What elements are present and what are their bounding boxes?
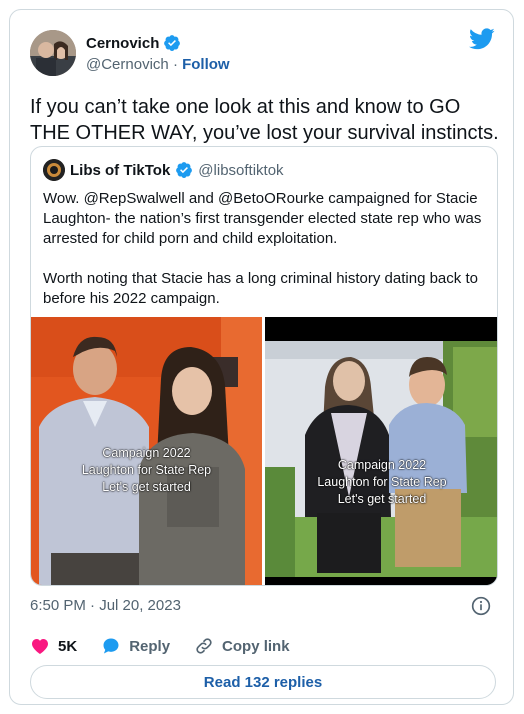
- reply-button[interactable]: Reply: [101, 636, 170, 656]
- author-handle-line: @Cernovich · Follow: [86, 56, 230, 73]
- handle-separator: ·: [172, 56, 178, 73]
- like-count: 5K: [58, 637, 78, 655]
- media-photo-left[interactable]: Campaign 2022 Laughton for State Rep Let…: [31, 317, 262, 585]
- quoted-avatar[interactable]: [43, 159, 65, 181]
- quoted-paragraph-1: Wow. @RepSwalwell and @BetoORourke campa…: [43, 190, 482, 247]
- overlay-line-3: Let's get started: [337, 492, 427, 506]
- quoted-text: Wow. @RepSwalwell and @BetoORourke campa…: [43, 189, 488, 329]
- author-avatar[interactable]: [30, 30, 76, 76]
- overlay-line-2: Laughton for State Rep: [317, 475, 447, 489]
- verified-badge-icon: [164, 35, 181, 51]
- media-overlay-left: Campaign 2022 Laughton for State Rep Let…: [31, 445, 262, 496]
- quoted-paragraph-2: Worth noting that Stacie has a long crim…: [43, 270, 478, 307]
- overlay-line-3: Let's get started: [102, 480, 191, 494]
- author-name[interactable]: Cernovich: [86, 35, 159, 52]
- tweet-card: Cernovich @Cernovich · Follow If you can…: [9, 9, 514, 705]
- copy-link-label: Copy link: [222, 637, 290, 655]
- reply-label: Reply: [129, 637, 171, 655]
- info-icon[interactable]: [471, 596, 491, 616]
- follow-link[interactable]: Follow: [182, 56, 230, 73]
- media-overlay-right: Campaign 2022 Laughton for State Rep Let…: [265, 457, 497, 508]
- quoted-header: Libs of TikTok @libsoftiktok: [43, 159, 284, 181]
- quoted-media[interactable]: Campaign 2022 Laughton for State Rep Let…: [31, 317, 497, 585]
- tweet-actions: 5K Reply Copy link: [30, 636, 290, 656]
- like-button[interactable]: 5K: [30, 636, 77, 656]
- link-icon: [196, 638, 212, 654]
- tweet-text: If you can’t take one look at this and k…: [30, 96, 499, 144]
- verified-badge-icon: [176, 162, 193, 178]
- media-photo-right[interactable]: Campaign 2022 Laughton for State Rep Let…: [265, 317, 497, 585]
- overlay-line-1: Campaign 2022: [102, 446, 191, 460]
- quoted-author-handle[interactable]: @libsoftiktok: [198, 162, 283, 179]
- author-handle[interactable]: @Cernovich: [86, 56, 169, 73]
- heart-icon: [32, 639, 48, 654]
- overlay-line-2: Laughton for State Rep: [81, 463, 212, 477]
- quoted-tweet[interactable]: Libs of TikTok @libsoftiktok Wow. @RepSw…: [30, 146, 498, 586]
- reply-bubble-icon: [103, 638, 119, 654]
- quoted-author-name[interactable]: Libs of TikTok: [70, 162, 170, 179]
- author-name-line: Cernovich: [86, 34, 181, 52]
- copy-link-button[interactable]: Copy link: [194, 636, 290, 656]
- read-replies-button[interactable]: Read 132 replies: [30, 665, 496, 699]
- overlay-line-1: Campaign 2022: [337, 458, 427, 472]
- tweet-timestamp[interactable]: 6:50 PM · Jul 20, 2023: [30, 597, 181, 614]
- twitter-bird-icon[interactable]: [469, 28, 495, 50]
